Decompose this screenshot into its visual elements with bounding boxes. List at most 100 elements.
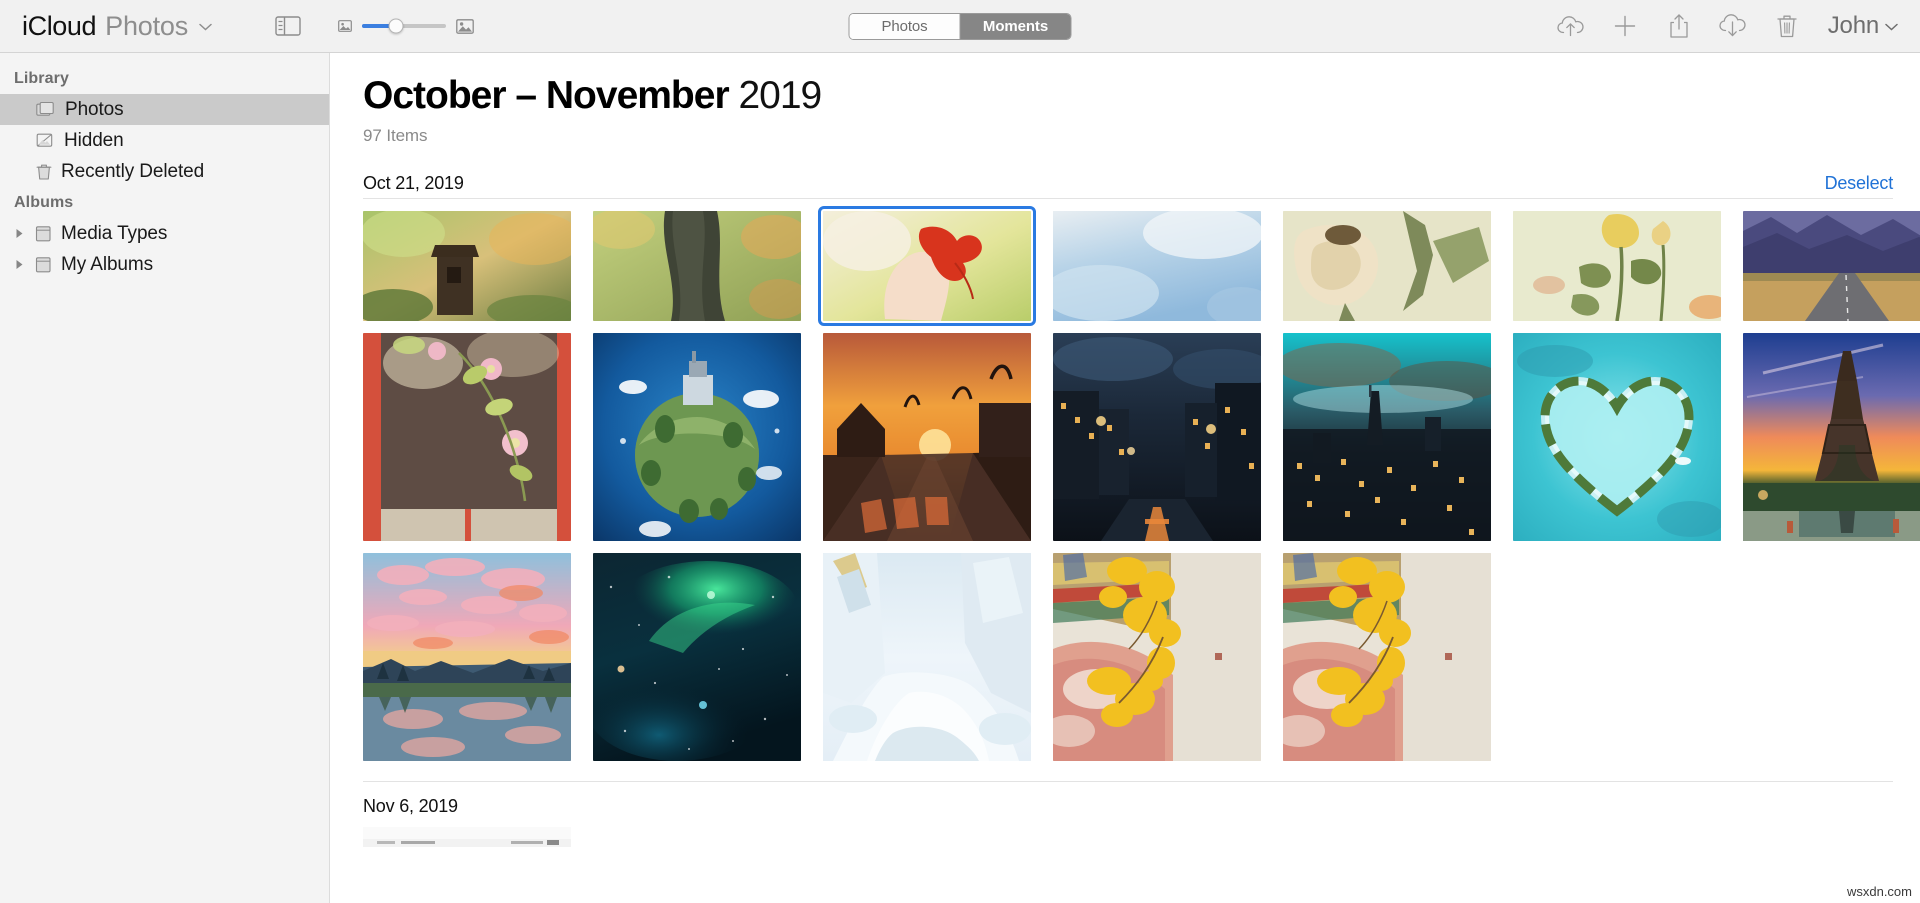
sidebar-item-recently-deleted[interactable]: Recently Deleted — [0, 156, 329, 187]
view-mode-segmented-control[interactable]: Photos Moments — [848, 12, 1072, 40]
section-date: Nov 6, 2019 — [363, 796, 458, 817]
photo-cell[interactable] — [1283, 333, 1491, 542]
photo-thumbnail[interactable] — [1743, 211, 1920, 322]
moment-section-oct-21: Oct 21, 2019 Deselect — [331, 168, 1920, 762]
app-name-icloud: iCloud — [22, 10, 97, 41]
page-title-year: 2019 — [738, 74, 822, 117]
photo-cell-empty — [1513, 553, 1721, 761]
photo-thumbnail[interactable] — [1513, 211, 1721, 322]
photo-cell[interactable] — [593, 211, 801, 322]
hidden-icon — [36, 132, 55, 149]
download-icon[interactable] — [1706, 6, 1760, 46]
photos-icon — [36, 101, 56, 118]
photo-grid-row-1 — [363, 206, 1920, 327]
account-name: John — [1827, 12, 1879, 39]
sidebar-item-label: Recently Deleted — [61, 160, 205, 182]
sidebar-panel-icon — [275, 16, 301, 36]
photo-thumbnail[interactable] — [363, 333, 571, 542]
photo-thumbnail[interactable] — [823, 333, 1031, 542]
photo-cell[interactable] — [1283, 553, 1491, 762]
section-header: Oct 21, 2019 Deselect — [363, 168, 1893, 198]
sidebar-toggle-button[interactable] — [274, 15, 302, 37]
photo-cell[interactable] — [363, 553, 571, 762]
sidebar-item-label: Hidden — [64, 129, 124, 151]
section-date: Oct 21, 2019 — [363, 172, 464, 193]
sidebar-item-hidden[interactable]: Hidden — [0, 125, 329, 156]
photo-cell[interactable] — [1513, 333, 1721, 542]
photo-cell[interactable] — [823, 553, 1031, 762]
photo-cell-empty — [1743, 553, 1920, 761]
photo-cell[interactable] — [593, 553, 801, 762]
tab-photos[interactable]: Photos — [849, 13, 960, 39]
sidebar-item-label: Media Types — [61, 222, 168, 244]
photo-cell[interactable] — [363, 333, 571, 542]
photo-grid-row-3 — [363, 553, 1893, 762]
photo-thumbnail[interactable] — [818, 206, 1036, 327]
photo-thumbnail[interactable] — [1513, 333, 1721, 542]
account-menu[interactable]: John — [1828, 12, 1902, 40]
page-header: October – November 2019 97 Items — [331, 53, 1920, 146]
thumbnail-size-slider[interactable] — [362, 18, 447, 34]
delete-icon[interactable] — [1760, 6, 1814, 46]
share-icon[interactable] — [1652, 6, 1706, 46]
photo-thumbnail[interactable] — [823, 553, 1031, 762]
photo-thumbnail[interactable] — [363, 553, 571, 762]
photo-thumbnail[interactable] — [593, 211, 801, 322]
photo-thumbnail[interactable] — [593, 553, 801, 762]
sidebar-item-my-albums[interactable]: My Albums — [0, 249, 329, 280]
app-toolbar: iCloud Photos Photos Moments John — [0, 0, 1920, 53]
album-icon — [35, 225, 52, 243]
thumbnail-size-slider-group[interactable] — [338, 18, 474, 34]
chevron-down-icon — [1885, 18, 1898, 34]
photos-main-area: October – November 2019 97 Items Oct 21,… — [331, 53, 1920, 903]
sidebar-group-title-albums: Albums — [14, 194, 74, 211]
slider-knob[interactable] — [388, 18, 404, 34]
large-thumbnails-icon — [456, 18, 474, 34]
page-title-range: October – November — [363, 74, 730, 117]
sidebar-group-title-library: Library — [14, 70, 69, 87]
sidebar: Library Photos Hidden Recently Deleted A… — [0, 53, 330, 903]
photo-grid-row-partial — [363, 827, 1893, 848]
deselect-link[interactable]: Deselect — [1825, 173, 1894, 194]
photo-cell[interactable] — [1743, 211, 1920, 322]
photo-cell[interactable] — [1513, 211, 1721, 322]
trash-icon — [36, 163, 52, 181]
add-icon[interactable] — [1598, 6, 1652, 46]
photo-grid-row-2 — [363, 333, 1920, 542]
photo-thumbnail[interactable] — [1053, 333, 1261, 542]
photo-thumbnail[interactable] — [1283, 333, 1491, 542]
small-thumbnails-icon — [338, 20, 352, 32]
sidebar-item-label: Photos — [65, 98, 124, 120]
toolbar-actions: John — [1544, 6, 1920, 46]
page-title: October – November 2019 — [363, 74, 1920, 117]
section-divider-bottom — [363, 781, 1893, 783]
disclosure-triangle-icon[interactable] — [12, 259, 26, 270]
app-title-menu[interactable]: iCloud Photos — [22, 11, 212, 42]
album-icon — [35, 256, 52, 274]
photo-cell[interactable] — [1053, 333, 1261, 542]
photo-cell-selected[interactable] — [818, 206, 1036, 327]
photo-thumbnail[interactable] — [1053, 211, 1261, 322]
section-divider — [363, 198, 1893, 200]
photo-cell[interactable] — [593, 333, 801, 542]
photo-cell[interactable] — [363, 211, 571, 322]
photo-thumbnail[interactable] — [1283, 553, 1491, 762]
photo-thumbnail[interactable] — [593, 333, 801, 542]
photo-cell[interactable] — [1283, 211, 1491, 322]
moment-section-nov-6: Nov 6, 2019 — [331, 796, 1920, 848]
disclosure-triangle-icon[interactable] — [12, 228, 26, 239]
photo-thumbnail[interactable] — [1283, 211, 1491, 322]
photo-thumbnail-partial[interactable] — [363, 827, 571, 848]
photo-cell[interactable] — [1053, 211, 1261, 322]
photo-cell[interactable] — [823, 333, 1031, 542]
tab-moments[interactable]: Moments — [960, 13, 1071, 39]
sidebar-item-photos[interactable]: Photos — [0, 94, 329, 125]
photo-cell[interactable] — [1743, 333, 1920, 542]
item-count: 97 Items — [363, 126, 428, 146]
photo-cell[interactable] — [1053, 553, 1261, 762]
photo-thumbnail[interactable] — [363, 211, 571, 322]
photo-thumbnail[interactable] — [1053, 553, 1261, 762]
photo-thumbnail[interactable] — [1743, 333, 1920, 542]
sidebar-item-media-types[interactable]: Media Types — [0, 218, 329, 249]
upload-icon[interactable] — [1544, 6, 1598, 46]
